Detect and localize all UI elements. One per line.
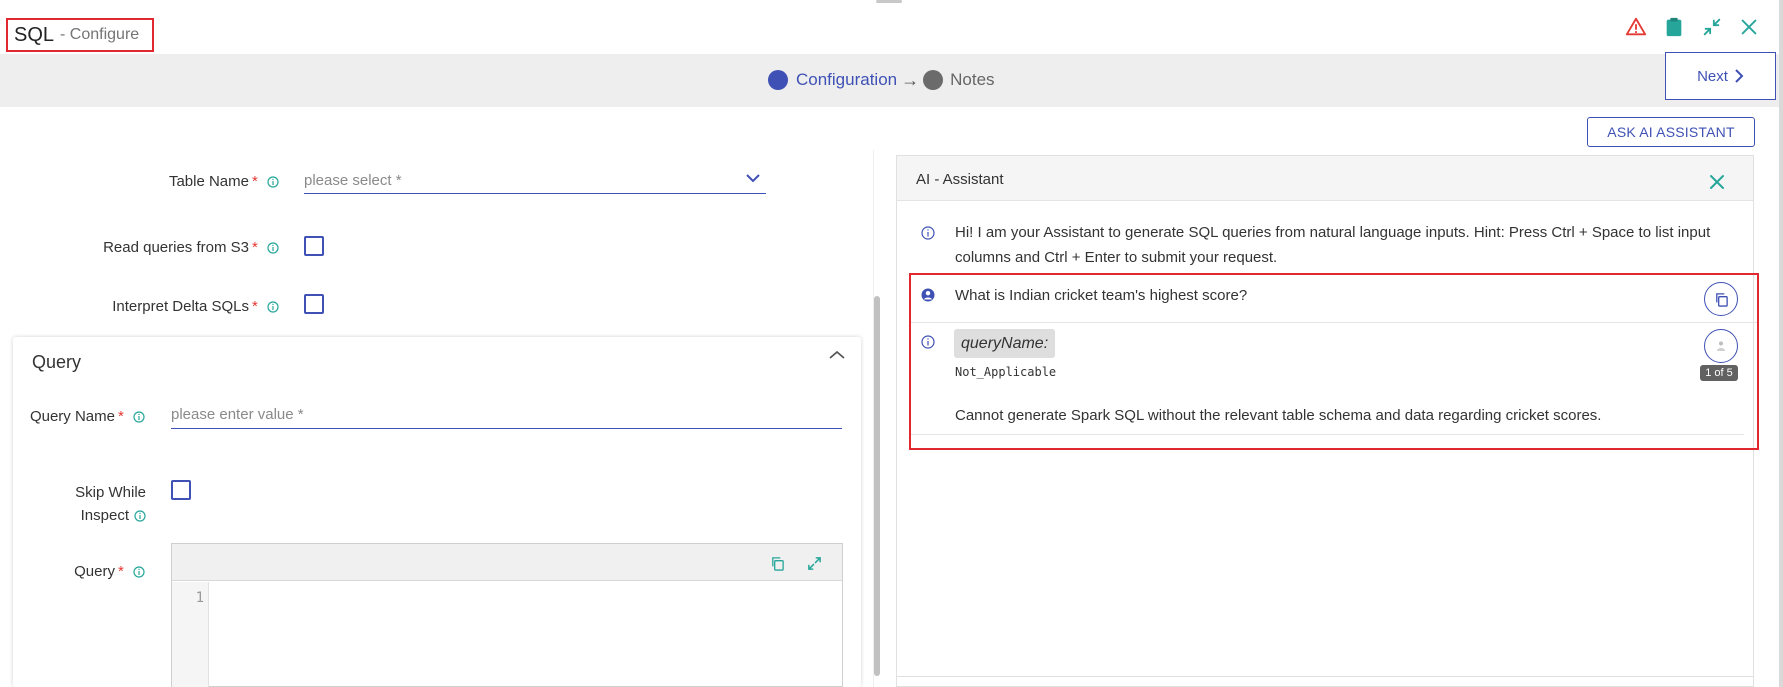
query-name-label: Query Name * bbox=[30, 408, 145, 425]
chevron-up-icon[interactable] bbox=[829, 350, 845, 360]
drag-handle[interactable] bbox=[876, 0, 902, 3]
step-notes[interactable]: Notes bbox=[950, 70, 994, 90]
info-icon bbox=[267, 301, 279, 313]
row-divider bbox=[911, 434, 1744, 435]
assistant-response-message: Cannot generate Spark SQL without the re… bbox=[955, 407, 1602, 424]
table-name-placeholder: please select * bbox=[304, 172, 402, 189]
hand-pointer-icon bbox=[1717, 341, 1725, 351]
warning-icon[interactable] bbox=[1625, 16, 1647, 38]
copy-icon bbox=[1715, 292, 1728, 307]
table-name-label: Table Name * bbox=[169, 173, 279, 190]
response-key: queryName: bbox=[954, 329, 1056, 358]
read-queries-s3-label: Read queries from S3 * bbox=[103, 239, 279, 256]
table-name-select[interactable]: please select * bbox=[304, 166, 766, 194]
ai-panel-title: AI - Assistant bbox=[916, 171, 1004, 188]
next-button-label: Next bbox=[1697, 67, 1728, 85]
page-title: SQL - Configure bbox=[6, 18, 154, 52]
info-icon bbox=[267, 176, 279, 188]
editor-toolbar bbox=[172, 544, 842, 581]
close-icon[interactable] bbox=[1709, 174, 1725, 190]
query-name-placeholder: please enter value * bbox=[171, 406, 304, 423]
ai-panel-header bbox=[897, 156, 1753, 201]
ask-ai-assistant-button[interactable]: ASK AI ASSISTANT bbox=[1587, 117, 1755, 147]
copy-icon[interactable] bbox=[770, 556, 785, 571]
step-arrow: → bbox=[901, 69, 920, 90]
collapse-icon[interactable] bbox=[1701, 16, 1723, 38]
page-title-main: SQL bbox=[14, 23, 55, 46]
step-inactive-dot bbox=[923, 70, 944, 90]
query-section-title: Query bbox=[32, 352, 82, 372]
skip-while-inspect-label: Skip While Inspect bbox=[75, 484, 146, 524]
page-scrollbar[interactable] bbox=[1779, 0, 1783, 687]
info-icon bbox=[133, 411, 145, 423]
step-configuration[interactable]: Configuration bbox=[796, 70, 897, 90]
chevron-down-icon bbox=[746, 174, 760, 183]
query-label: Query * bbox=[74, 563, 145, 580]
info-icon bbox=[267, 242, 279, 254]
left-scrollbar[interactable] bbox=[874, 296, 880, 676]
info-icon bbox=[133, 566, 145, 578]
response-counter-badge: 1 of 5 bbox=[1700, 365, 1738, 381]
info-icon bbox=[921, 226, 935, 240]
apply-suggestion-button[interactable] bbox=[1704, 329, 1738, 363]
row-divider bbox=[911, 322, 1757, 323]
skip-while-inspect-checkbox[interactable] bbox=[171, 480, 191, 500]
user-icon bbox=[921, 288, 935, 302]
stepper: Configuration → Notes bbox=[768, 68, 995, 92]
response-value: Not_Applicable bbox=[955, 365, 1057, 379]
expand-icon[interactable] bbox=[807, 556, 822, 571]
copy-question-button[interactable] bbox=[1704, 282, 1738, 316]
info-icon bbox=[921, 335, 935, 349]
page-title-subtitle: - Configure bbox=[60, 26, 140, 43]
user-question: What is Indian cricket team's highest sc… bbox=[955, 287, 1248, 304]
step-active-dot bbox=[768, 70, 788, 90]
assistant-intro-message: Hi! I am your Assistant to generate SQL … bbox=[955, 224, 1711, 266]
interpret-delta-label: Interpret Delta SQLs * bbox=[112, 298, 279, 315]
interpret-delta-checkbox[interactable] bbox=[304, 294, 324, 314]
ai-panel-input-border bbox=[897, 676, 1753, 677]
read-queries-s3-checkbox[interactable] bbox=[304, 236, 324, 256]
info-icon bbox=[134, 510, 146, 522]
query-name-input[interactable]: please enter value * bbox=[171, 400, 842, 429]
clipboard-icon[interactable] bbox=[1663, 16, 1685, 38]
close-icon[interactable] bbox=[1738, 16, 1760, 38]
next-button[interactable]: Next bbox=[1665, 52, 1776, 100]
line-number: 1 bbox=[195, 590, 204, 606]
chevron-right-icon bbox=[1735, 69, 1744, 83]
